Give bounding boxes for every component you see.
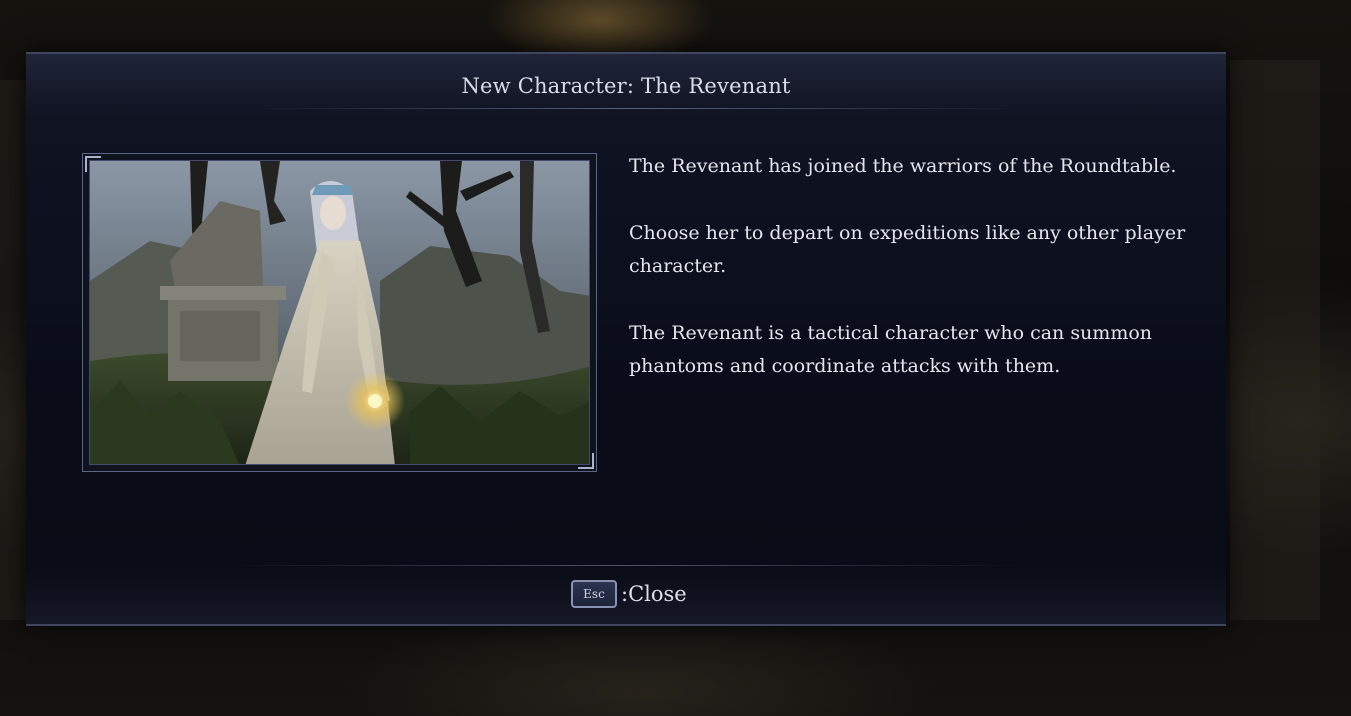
esc-key-badge[interactable]: Esc xyxy=(571,580,617,608)
close-button[interactable]: Esc :Close xyxy=(571,578,687,610)
frame-corner-ornament xyxy=(578,453,594,469)
character-description: The Revenant has joined the warriors of … xyxy=(629,150,1189,417)
frame-corner-ornament xyxy=(85,156,101,172)
close-label[interactable]: :Close xyxy=(621,582,687,606)
description-paragraph: Choose her to depart on expeditions like… xyxy=(629,222,1186,277)
dialog-title: New Character: The Revenant xyxy=(461,74,791,98)
background-wall xyxy=(1230,60,1320,620)
description-paragraph: The Revenant is a tactical character who… xyxy=(629,322,1153,377)
description-paragraph: The Revenant has joined the warriors of … xyxy=(629,155,1177,177)
character-image xyxy=(89,160,590,465)
character-dialog: New Character: The Revenant The Revenant… xyxy=(26,52,1226,626)
background-wall-left xyxy=(0,80,26,620)
character-image-frame xyxy=(82,153,597,472)
footer-divider xyxy=(226,565,1026,566)
title-divider xyxy=(246,108,1026,109)
